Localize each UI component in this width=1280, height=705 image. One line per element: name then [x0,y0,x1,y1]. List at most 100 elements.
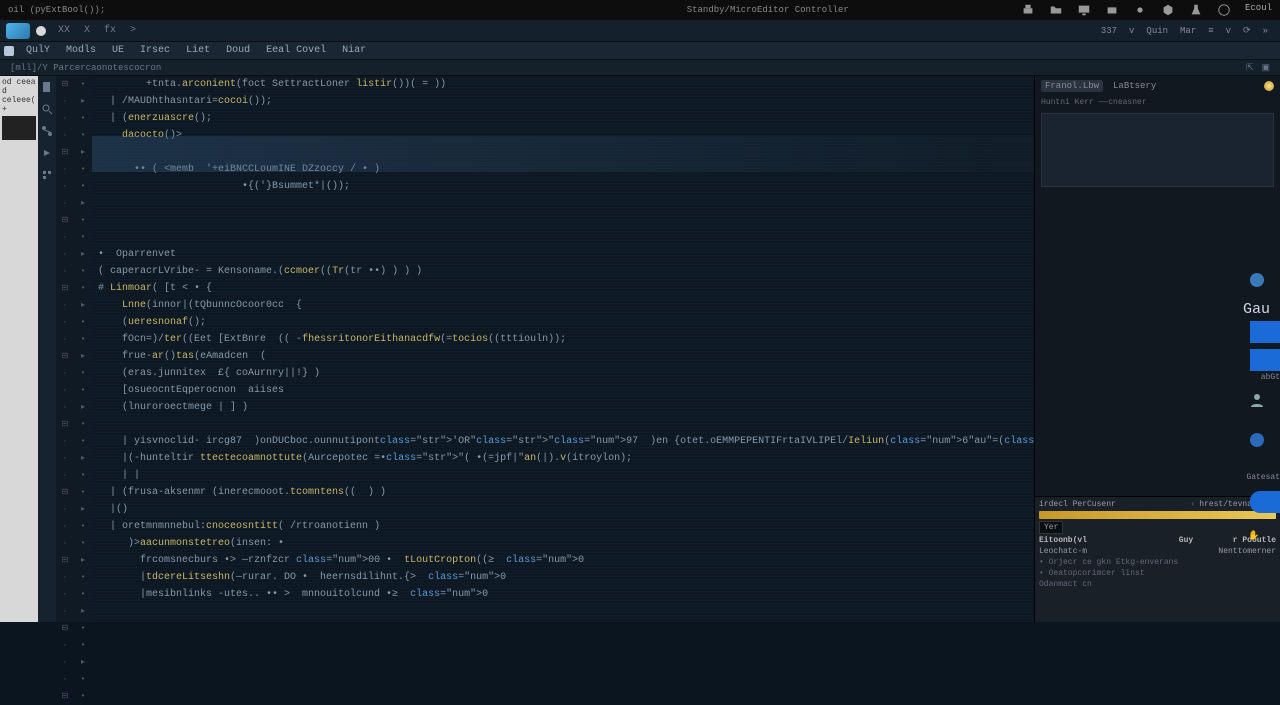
rp-tile[interactable] [1250,349,1280,371]
gutter-mark[interactable]: • [74,518,92,535]
folder-icon[interactable] [1049,3,1063,17]
git-icon[interactable] [41,124,53,136]
gutter-mark[interactable]: • [74,212,92,229]
gutter-mark[interactable]: ▸ [74,297,92,314]
gutter-mark[interactable]: ▸ [74,654,92,671]
globe2-icon[interactable] [1248,431,1266,449]
titlebar-right-btn[interactable]: v [1222,25,1235,37]
gutter-mark[interactable]: ▸ [74,552,92,569]
code-line[interactable]: | yisvnoclid- ircg87 )onDUCboc.ounnutipo… [98,433,1034,450]
gutter-fold[interactable]: · [56,450,74,467]
gutter-mark[interactable]: • [74,178,92,195]
gutter-fold[interactable]: · [56,314,74,331]
gutter-fold[interactable]: · [56,518,74,535]
gutter-fold[interactable]: · [56,127,74,144]
menu-handle-icon[interactable] [4,46,14,56]
gutter-mark[interactable]: • [74,382,92,399]
code-line[interactable]: (lnuroroectmege | ] ) [98,399,1034,416]
gutter-mark[interactable]: ▸ [74,246,92,263]
gutter-mark[interactable]: • [74,76,92,93]
code-line[interactable]: | /MAUDhthasntari=cocoi()); [98,93,1034,110]
gutter-fold[interactable]: ⊟ [56,416,74,433]
titlebar-right-btn[interactable]: ≡ [1204,25,1217,37]
gutter-fold[interactable]: · [56,501,74,518]
code-line[interactable]: (eras.junnitex £{ coAurnry||!} ) [98,365,1034,382]
code-line[interactable]: • Oparrenvet [98,246,1034,263]
gutter-fold[interactable]: · [56,654,74,671]
gutter-mark[interactable]: • [74,416,92,433]
gutter-fold[interactable]: · [56,365,74,382]
gutter-fold[interactable]: ⊟ [56,688,74,705]
code-line[interactable]: | (enerzuascre(); [98,110,1034,127]
gutter-mark[interactable]: ▸ [74,603,92,620]
debug-icon[interactable] [41,146,53,158]
user-icon[interactable] [1248,391,1266,409]
gutter-fold[interactable]: · [56,161,74,178]
menu-item[interactable]: Liet [178,45,218,56]
gutter-mark[interactable]: • [74,314,92,331]
rp-tile[interactable] [1250,321,1280,343]
files-icon[interactable] [41,80,53,92]
gutter-fold[interactable]: · [56,178,74,195]
gutter-fold[interactable]: · [56,399,74,416]
flask-icon[interactable] [1189,3,1203,17]
code-line[interactable]: | (frusa-aksenmr (inerecmooot.tcomntens(… [98,484,1034,501]
titlebar-ctrl[interactable]: fx [104,25,116,36]
gutter-fold[interactable]: · [56,246,74,263]
gutter-fold[interactable]: · [56,382,74,399]
gutter-fold[interactable]: · [56,195,74,212]
cube-icon[interactable] [1161,3,1175,17]
print-icon[interactable] [1105,3,1119,17]
gutter-mark[interactable]: • [74,586,92,603]
gutter-mark[interactable]: ▸ [74,93,92,110]
code-line[interactable]: (ueresnonaf(); [98,314,1034,331]
code-line[interactable]: Lnne(innor|(tQbunncOcoor0cc { [98,297,1034,314]
code-line[interactable]: •{('}Bsummet*|()); [98,178,1034,195]
gutter-mark[interactable]: • [74,161,92,178]
titlebar-ctrl[interactable]: X [84,25,90,36]
hand-icon[interactable]: ✋ [1248,531,1266,549]
titlebar-ctrl[interactable]: XX [58,25,70,36]
gutter-mark[interactable]: • [74,280,92,297]
rp-preview-box[interactable] [1041,113,1274,187]
gutter-fold[interactable]: ⊟ [56,212,74,229]
code-line[interactable]: fOcn=)/ter((Eet [ExtBnre (( -fhessritono… [98,331,1034,348]
crumb-menu-icon[interactable]: ▣ [1261,63,1270,73]
gear-icon[interactable] [1133,3,1147,17]
gutter-mark[interactable]: • [74,127,92,144]
gutter-mark[interactable]: • [74,263,92,280]
gutter-mark[interactable]: ▸ [74,501,92,518]
code-line[interactable]: | oretmnmnnebul:cnoceosntitt( /rtroanoti… [98,518,1034,535]
gutter-fold[interactable]: ⊟ [56,348,74,365]
code-line[interactable]: Coomoler/lccetiacnrNimadncoadctioa(" =er… [98,620,1034,622]
gutter-fold[interactable]: ⊟ [56,552,74,569]
power-icon[interactable] [1217,3,1231,17]
gutter-mark[interactable]: • [74,331,92,348]
menu-item[interactable]: Doud [218,45,258,56]
crumb-action-icon[interactable]: ⇱ [1246,63,1254,73]
gutter-fold[interactable]: · [56,263,74,280]
titlebar-ctrl[interactable]: > [130,25,136,36]
menu-item[interactable]: Modls [58,45,104,56]
code-line[interactable]: frcomsnecburs •> —rznfzcr class="num">00… [98,552,1034,569]
gutter-mark[interactable]: ▸ [74,399,92,416]
ext-icon[interactable] [41,168,53,180]
code-editor[interactable]: iperce ≡ — × +tnta.arconient(foct Settra… [92,76,1034,622]
code-line[interactable]: [osueocntEqperocnon aiises [98,382,1034,399]
gutter-fold[interactable]: ⊟ [56,484,74,501]
gutter-fold[interactable]: · [56,535,74,552]
gutter-mark[interactable]: ▸ [74,144,92,161]
titlebar-right-btn[interactable]: 337 [1097,25,1121,37]
code-line[interactable]: +tnta.arconient(foct SettractLoner listi… [98,76,1034,93]
gutter-fold[interactable]: · [56,331,74,348]
titlebar-right-btn[interactable]: ⟳ [1239,25,1255,37]
code-line[interactable]: # Linmoar( [t < • { [98,280,1034,297]
menu-item[interactable]: Eeal Covel [258,45,334,56]
gutter-mark[interactable]: • [74,569,92,586]
menu-item[interactable]: Irsec [132,45,178,56]
code-line[interactable] [98,416,1034,433]
code-line[interactable] [98,212,1034,229]
rp-tile[interactable] [1250,491,1280,513]
menu-item[interactable]: UE [104,45,132,56]
code-line[interactable]: |tdcereLitseshn(—rurar. DO • heernsdilih… [98,569,1034,586]
